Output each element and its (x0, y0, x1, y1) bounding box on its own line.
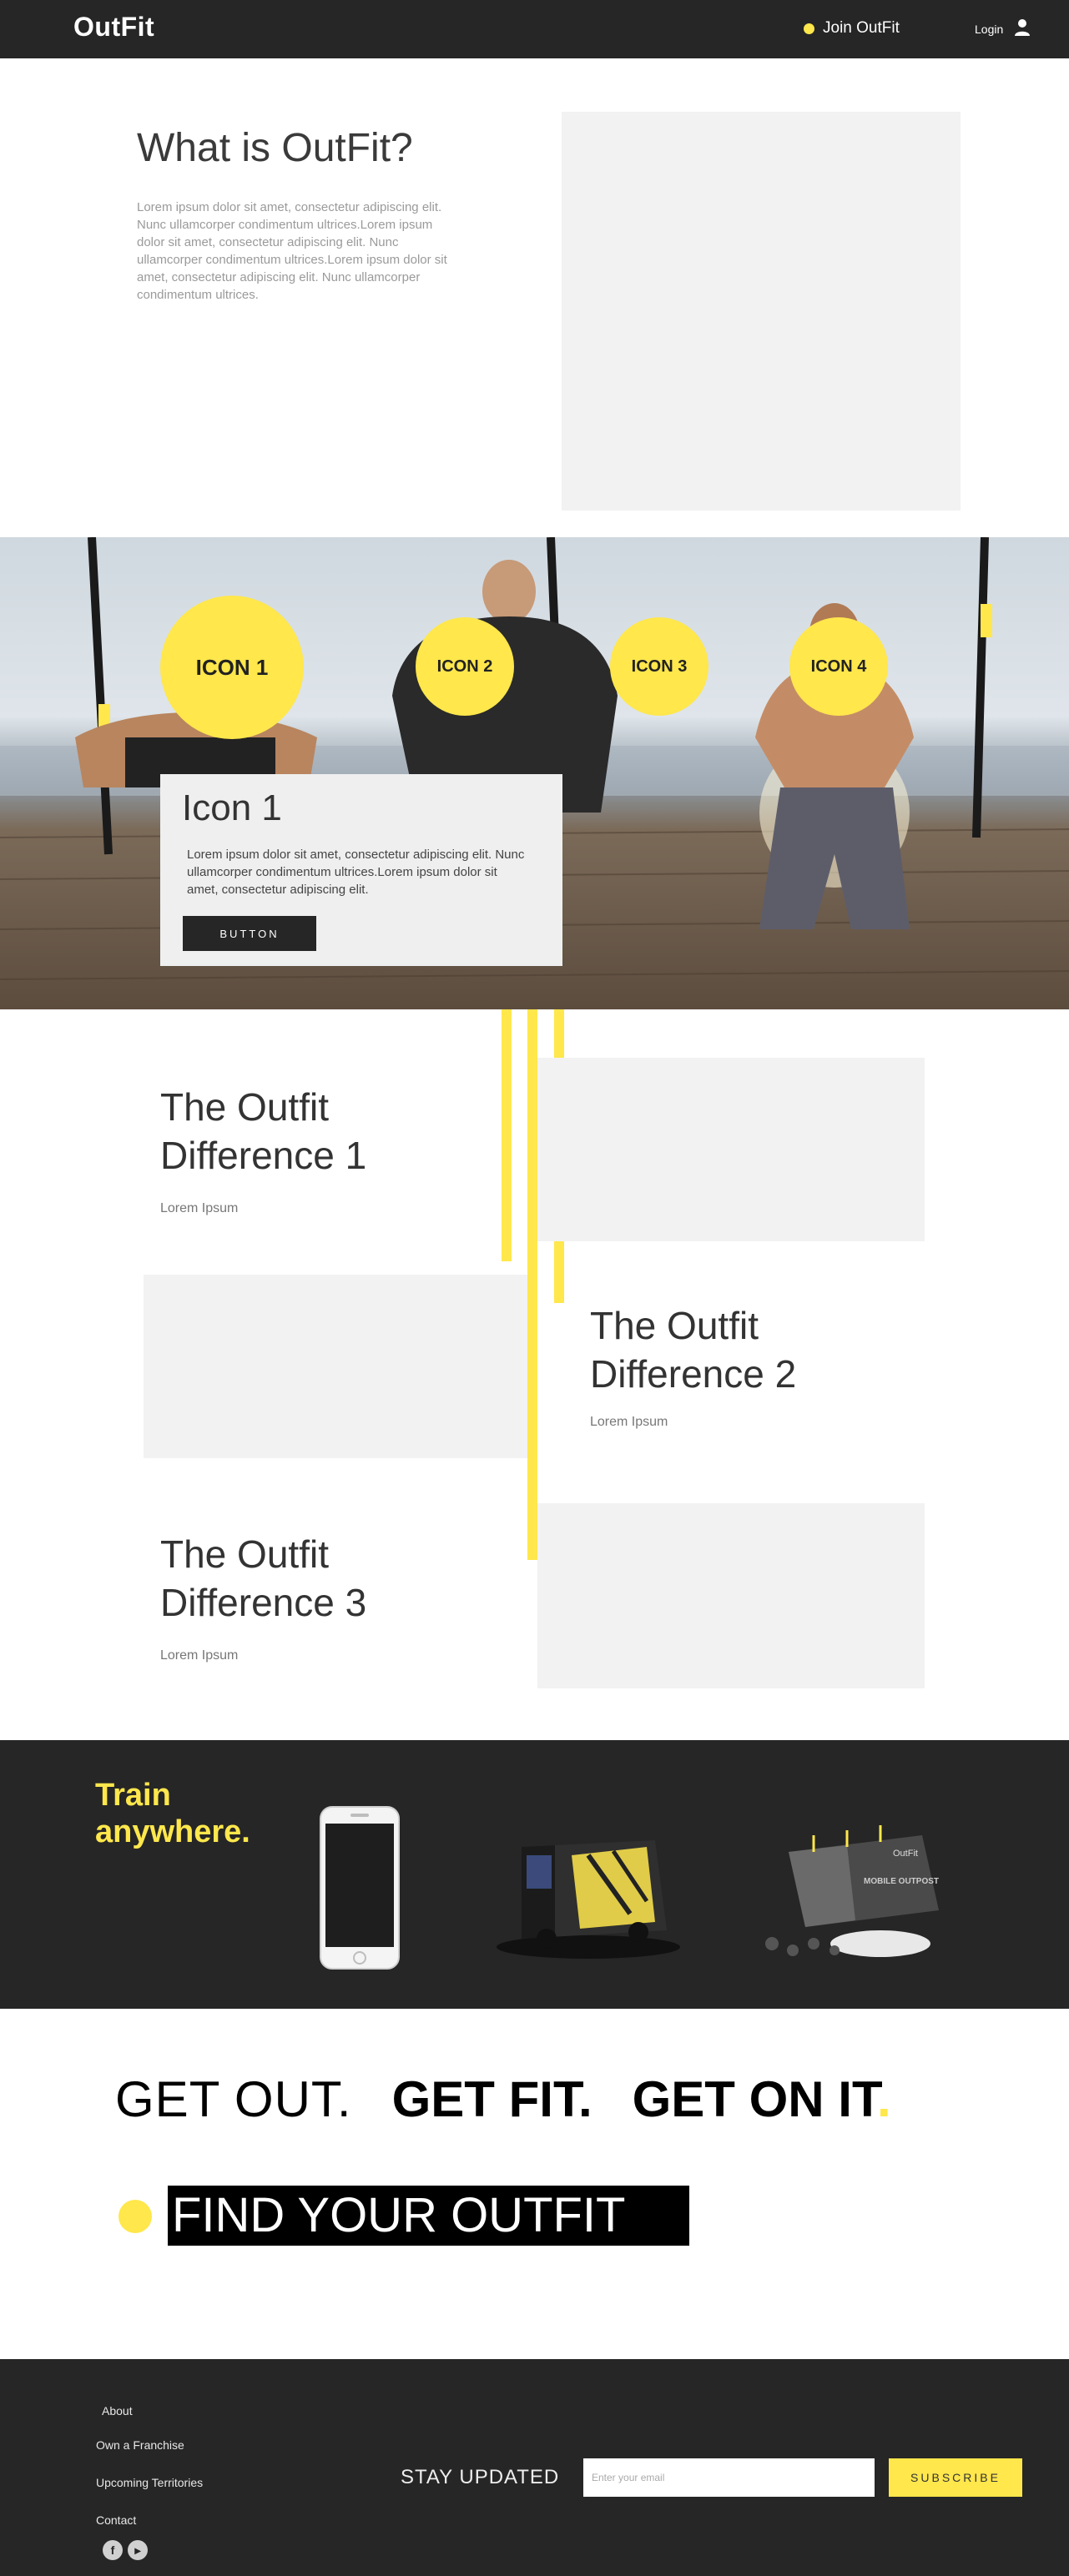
container-brand-text: OutFit (893, 1849, 918, 1859)
phone-device-image (320, 1806, 400, 1970)
yellow-stripe (527, 1009, 537, 1560)
find-dot-icon (118, 2200, 152, 2233)
join-outfit-link[interactable]: Join OutFit (823, 19, 900, 38)
slogan-part-2: GET FIT. (391, 2071, 592, 2127)
user-icon[interactable] (1014, 18, 1031, 37)
slogan-dot: . (876, 2071, 891, 2127)
footer-link-territories[interactable]: Upcoming Territories (96, 2476, 203, 2489)
difference-3-subtitle: Lorem Ipsum (160, 1648, 239, 1663)
slogan-part-1: GET OUT. (115, 2071, 352, 2127)
difference-2-subtitle: Lorem Ipsum (590, 1415, 668, 1429)
slogan-part-3: GET ON IT (632, 2071, 877, 2127)
login-link[interactable]: Login (975, 23, 1003, 36)
logo[interactable]: OutFit (73, 12, 154, 43)
difference-3-image-placeholder (537, 1503, 925, 1688)
icon-card-button[interactable]: BUTTON (183, 916, 316, 951)
container-side-text: MOBILE OUTPOST (864, 1877, 939, 1886)
difference-1-title: The Outfit Difference 1 (160, 1085, 367, 1177)
train-title-line1: Train (95, 1778, 171, 1813)
stay-updated-label: STAY UPDATED (401, 2466, 560, 2488)
slogan: GET OUT. GET FIT. GET ON IT. (115, 2070, 891, 2128)
icon-2-button[interactable]: ICON 2 (416, 617, 514, 716)
footer-link-contact[interactable]: Contact (96, 2513, 136, 2527)
mobile-gym-van-image (497, 1840, 680, 1959)
train-anywhere-title: Train anywhere. (95, 1777, 250, 1850)
icon-3-button[interactable]: ICON 3 (610, 617, 708, 716)
train-title-line2: anywhere. (95, 1814, 250, 1849)
icon-card-title: Icon 1 (182, 787, 282, 828)
youtube-icon[interactable]: ▸ (128, 2540, 148, 2560)
icon-card-body: Lorem ipsum dolor sit amet, consectetur … (187, 848, 525, 897)
find-your-outfit-banner[interactable]: FIND YOUR OUTFIT (168, 2186, 689, 2246)
difference-2-image-placeholder (144, 1275, 527, 1458)
container-gym-image: OutFit MOBILE OUTPOST (765, 1825, 939, 1957)
top-nav-bar (0, 0, 1069, 58)
facebook-icon[interactable]: f (103, 2540, 123, 2560)
what-is-image-placeholder (562, 112, 961, 511)
what-is-body: Lorem ipsum dolor sit amet, consectetur … (137, 200, 447, 302)
email-input[interactable] (583, 2458, 875, 2497)
difference-1-image-placeholder (537, 1058, 925, 1241)
difference-1-subtitle: Lorem Ipsum (160, 1201, 239, 1215)
difference-3-title: The Outfit Difference 3 (160, 1532, 367, 1624)
what-is-title: What is OutFit? (137, 126, 413, 170)
footer-link-about[interactable]: About (102, 2404, 133, 2418)
join-dot-icon (804, 23, 814, 34)
difference-2-title: The Outfit Difference 2 (590, 1304, 797, 1396)
yellow-stripe (502, 1009, 512, 1261)
icon-4-button[interactable]: ICON 4 (789, 617, 888, 716)
icon-1-button[interactable]: ICON 1 (160, 596, 304, 739)
footer-link-franchise[interactable]: Own a Franchise (96, 2438, 184, 2452)
subscribe-button[interactable]: SUBSCRIBE (889, 2458, 1022, 2497)
